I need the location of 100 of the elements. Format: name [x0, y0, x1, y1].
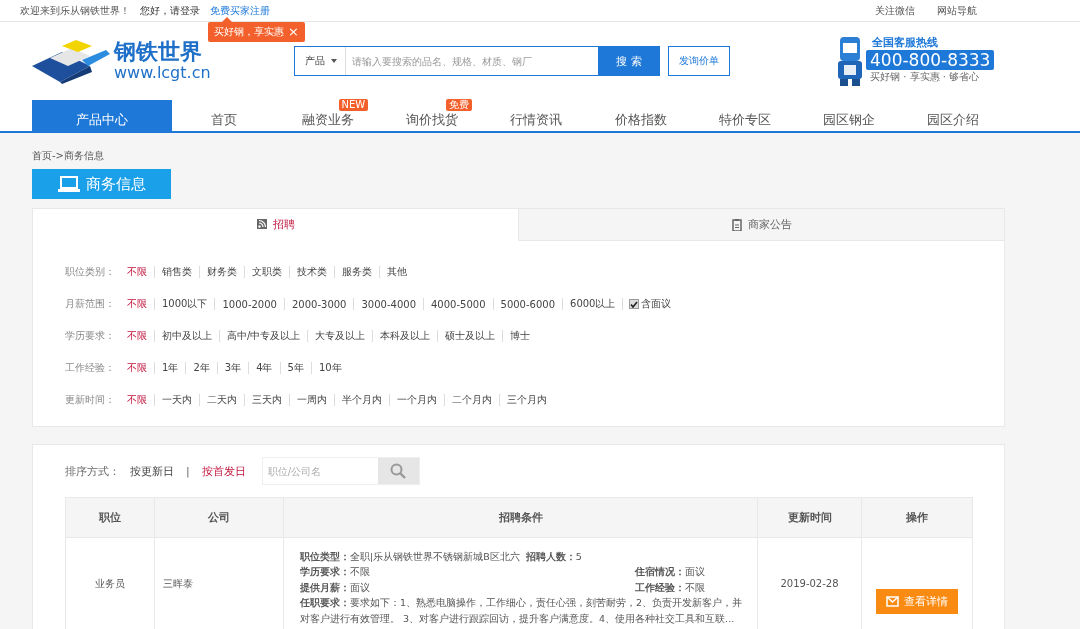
filter-option[interactable]: 1000-2000: [215, 298, 284, 310]
rss-icon: [256, 218, 267, 231]
filter-option[interactable]: 一周内: [290, 393, 334, 407]
filter-option[interactable]: 3年: [217, 361, 249, 375]
filter-option[interactable]: 博士: [503, 329, 538, 343]
filter-option[interactable]: 6000以上: [563, 297, 623, 311]
filter-option[interactable]: 硕士及以上: [438, 329, 503, 343]
column-header: 公司: [154, 497, 284, 538]
section-title: 商务信息: [32, 169, 171, 199]
requirements-text: 任职要求：要求如下：1、熟悉电脑操作，工作细心，责任心强，刻苦耐劳，2、负责开发新客户，并对客户进行有效管理。 3、对客户进行跟踪回访，提升客户满意度。4、使用各种社交工具和互联...: [300, 596, 744, 626]
check-icon: [630, 300, 639, 308]
filter-option[interactable]: 2000-3000: [284, 298, 354, 310]
breadcrumb: 首页->商务信息: [32, 149, 105, 163]
checkbox[interactable]: [629, 299, 640, 309]
clipboard-icon: [731, 218, 742, 231]
filter-option[interactable]: 10年: [311, 361, 349, 375]
badge: NEW: [338, 99, 369, 111]
filter-option[interactable]: 技术类: [290, 265, 334, 279]
hotline-number: 400-800-8333: [866, 50, 995, 70]
filter-option[interactable]: 文职类: [245, 265, 289, 279]
condition-text: 工作经验：不限: [634, 580, 706, 595]
filter-label: 职位类别：: [65, 265, 116, 279]
search-field[interactable]: 产品 请输入要搜索的品名、规格、材质、钢厂 搜 索: [294, 46, 660, 76]
register-link[interactable]: 免费买家注册: [210, 4, 270, 16]
filter-option[interactable]: 不限: [127, 329, 154, 343]
condition-text: 招聘人数：5: [525, 549, 583, 564]
filter-option[interactable]: 其他: [380, 265, 414, 279]
sort-label: 排序方式：: [65, 463, 120, 479]
sort-option[interactable]: 按首发日: [201, 463, 246, 479]
filter-option[interactable]: 三天内: [245, 393, 289, 407]
nav-item[interactable]: 首页: [172, 100, 277, 131]
filter-option[interactable]: 高中/中专及以上: [220, 329, 308, 343]
filter-option[interactable]: 4年: [249, 361, 280, 375]
search-icon: [390, 463, 407, 479]
caret-icon: [331, 59, 337, 63]
filter-option[interactable]: 财务类: [200, 265, 244, 279]
separator: |: [186, 464, 190, 478]
top-link[interactable]: 网站导航: [937, 3, 977, 18]
filter-option[interactable]: 5000-6000: [493, 298, 563, 310]
filter-option[interactable]: 一天内: [155, 393, 199, 407]
filter-option[interactable]: 2年: [186, 361, 217, 375]
filter-option[interactable]: 一个月内: [390, 393, 444, 407]
filter-option[interactable]: 1年: [155, 361, 186, 375]
filter-option[interactable]: 本科及以上: [373, 329, 438, 343]
mail-icon: [886, 596, 899, 607]
nav-item[interactable]: 免费 询价找货: [380, 100, 485, 131]
filter-option[interactable]: 3000-4000: [354, 298, 423, 310]
filter-option[interactable]: 5年: [280, 361, 311, 375]
column-header: 操作: [861, 497, 973, 538]
filter-option[interactable]: 二个月内: [445, 393, 499, 407]
condition-text: 提供月薪：面议: [300, 580, 370, 595]
sort-option[interactable]: 按更新日: [130, 463, 174, 479]
column-header: 职位: [65, 497, 155, 538]
filter-option[interactable]: 初中及以上: [155, 329, 219, 343]
badge: 免费: [446, 99, 473, 111]
filter-option[interactable]: 不限: [127, 393, 154, 407]
table-cell: 业务员: [65, 537, 155, 629]
inquiry-button[interactable]: 发询价单: [668, 46, 730, 76]
top-link[interactable]: 关注微信: [875, 3, 915, 18]
nav-item[interactable]: 价格指数: [588, 100, 693, 131]
filter-option[interactable]: 半个月内: [335, 393, 389, 407]
filter-option[interactable]: 不限: [127, 361, 154, 375]
hotline-title: 全国客服热线: [871, 35, 938, 50]
login-link[interactable]: 您好，请登录: [140, 3, 200, 18]
logo-url: www.lcgt.cn: [114, 64, 211, 82]
welcome-text: 欢迎来到乐从钢铁世界！: [20, 3, 130, 18]
promo-text: 买好钢，享实惠: [214, 24, 284, 39]
filter-label: 更新时间：: [65, 393, 116, 407]
filter-option[interactable]: 不限: [127, 265, 154, 279]
nav-item[interactable]: 园区钢企: [796, 100, 901, 131]
filter-option[interactable]: 不限: [127, 297, 154, 311]
logo-icon: [32, 38, 110, 84]
hotline-slogan: 买好钢 · 享实惠 · 够省心: [869, 70, 980, 84]
filter-option[interactable]: 4000-5000: [424, 298, 493, 310]
filter-label: 月薪范围：: [65, 297, 116, 311]
condition-text: 职位类型：全职|乐从钢铁世界不锈钢新城B区北六: [300, 549, 520, 564]
condition-text: 住宿情况：面议: [634, 565, 706, 580]
nav-item[interactable]: 特价专区: [692, 100, 797, 131]
filter-option[interactable]: 二天内: [200, 393, 244, 407]
laptop-icon: [58, 176, 80, 192]
filter-label: 工作经验：: [65, 361, 116, 375]
tab[interactable]: 商家公告: [519, 209, 1004, 241]
filter-label: 学历要求：: [65, 329, 116, 343]
search-button[interactable]: [377, 458, 419, 484]
checkbox-label: 含面议: [641, 297, 672, 311]
nav-item[interactable]: 行情资讯: [484, 100, 589, 131]
search-field[interactable]: 职位/公司名: [261, 457, 420, 485]
nav-item[interactable]: 产品中心: [32, 100, 172, 131]
logo-name: 钢铁世界: [114, 40, 203, 64]
nav-item[interactable]: NEW 融资业务: [276, 100, 381, 131]
filter-option[interactable]: 1000以下: [155, 297, 215, 311]
filter-option[interactable]: 销售类: [155, 265, 199, 279]
nav-item[interactable]: 园区介绍: [900, 100, 1005, 131]
filter-option[interactable]: 服务类: [335, 265, 379, 279]
column-header: 更新时间: [757, 497, 862, 538]
filter-option[interactable]: 大专及以上: [308, 329, 373, 343]
filter-option[interactable]: 三个月内: [500, 393, 554, 407]
column-header: 招聘条件: [283, 497, 758, 538]
search-button[interactable]: 搜 索: [598, 46, 660, 76]
condition-text: 学历要求：不限: [300, 565, 370, 580]
